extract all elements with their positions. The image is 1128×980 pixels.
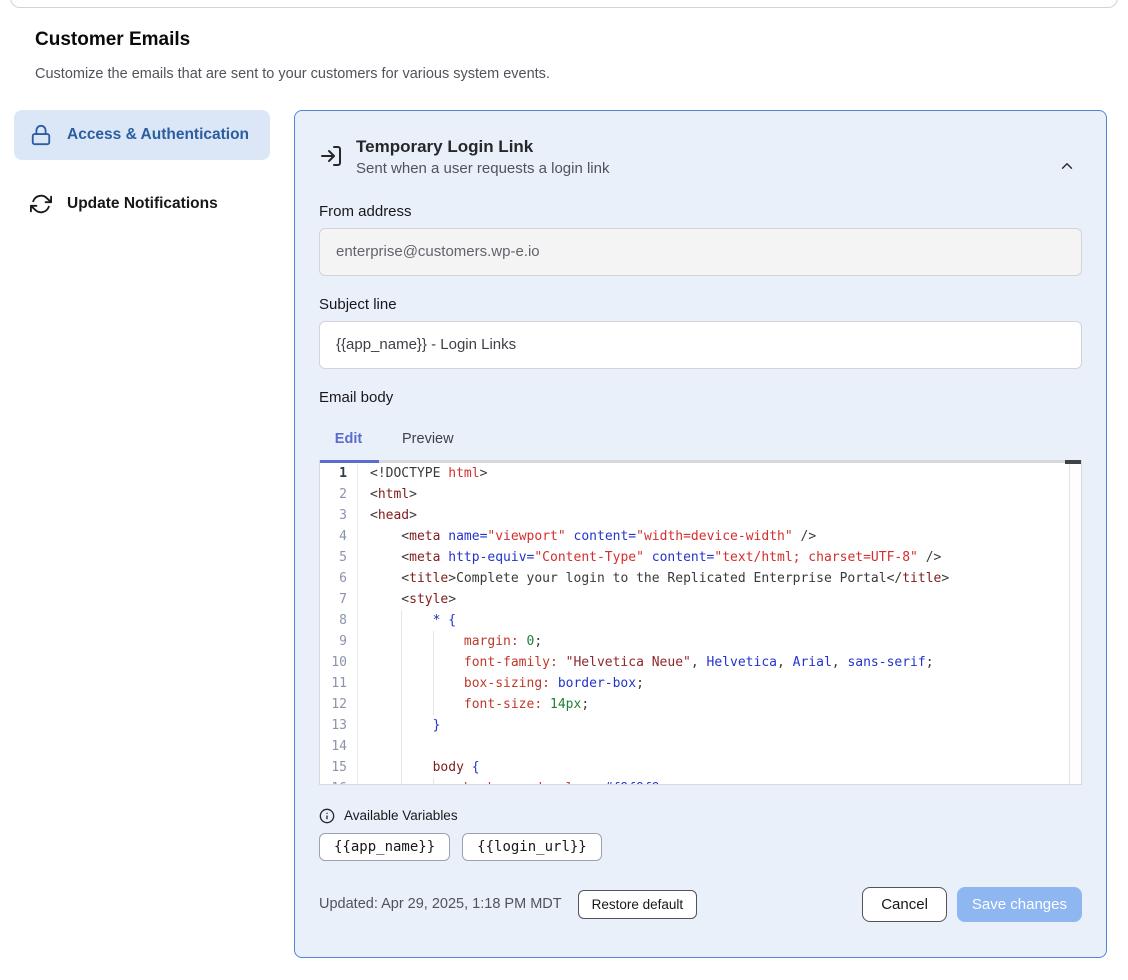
chevron-up-icon <box>1058 157 1076 178</box>
code-line: 8 * { <box>320 610 1070 631</box>
code-line: 10 font-family: "Helvetica Neue", Helvet… <box>320 652 1070 673</box>
editor-tabs: Edit Preview <box>319 418 1082 460</box>
subject-line-input[interactable] <box>319 321 1082 369</box>
available-variables-label: Available Variables <box>344 808 458 823</box>
code-line: 7 <style> <box>320 589 1070 610</box>
code-line: 6 <title>Complete your login to the Repl… <box>320 568 1070 589</box>
tab-preview[interactable]: Preview <box>402 431 454 447</box>
code-line: 2<html> <box>320 484 1070 505</box>
cancel-button[interactable]: Cancel <box>862 887 947 922</box>
from-address-input[interactable] <box>319 228 1082 276</box>
code-line: 4 <meta name="viewport" content="width=d… <box>320 526 1070 547</box>
subject-line-label: Subject line <box>319 296 1082 313</box>
from-address-label: From address <box>319 203 1082 220</box>
panel-title: Temporary Login Link <box>356 135 609 159</box>
panel-subtitle: Sent when a user requests a login link <box>356 160 609 177</box>
editor-vertical-scrollbar[interactable] <box>1069 463 1081 784</box>
code-line: 3<head> <box>320 505 1070 526</box>
variable-chip[interactable]: {{app_name}} <box>319 833 450 861</box>
sidebar-item-access-authentication[interactable]: Access & Authentication <box>14 110 270 160</box>
page-title: Customer Emails <box>35 29 190 51</box>
info-icon <box>319 808 335 824</box>
updated-timestamp: Updated: Apr 29, 2025, 1:18 PM MDT <box>319 896 562 912</box>
code-line: 5 <meta http-equiv="Content-Type" conten… <box>320 547 1070 568</box>
available-variables-row: Available Variables <box>319 808 1082 824</box>
code-line: 1<!DOCTYPE html> <box>320 463 1070 484</box>
variable-chips: {{app_name}} {{login_url}} <box>319 833 1082 861</box>
editor-top-bar <box>320 460 1081 463</box>
email-body-label: Email body <box>319 389 1082 406</box>
variable-chip[interactable]: {{login_url}} <box>462 833 602 861</box>
code-editor[interactable]: 1<!DOCTYPE html>2<html>3<head>4 <meta na… <box>319 460 1082 785</box>
lock-icon <box>30 124 52 146</box>
sidebar-item-label: Update Notifications <box>67 192 218 216</box>
page-subtitle: Customize the emails that are sent to yo… <box>35 66 550 82</box>
refresh-icon <box>30 193 52 215</box>
email-panel: Temporary Login Link Sent when a user re… <box>294 110 1107 958</box>
login-icon <box>319 144 343 177</box>
tab-underline <box>320 460 379 463</box>
save-changes-button[interactable]: Save changes <box>957 887 1082 922</box>
sidebar-item-update-notifications[interactable]: Update Notifications <box>14 179 270 229</box>
panel-header: Temporary Login Link Sent when a user re… <box>319 135 1082 177</box>
editor-lines[interactable]: 1<!DOCTYPE html>2<html>3<head>4 <meta na… <box>320 463 1070 785</box>
previous-card-edge <box>10 0 1118 8</box>
collapse-panel-button[interactable] <box>1054 153 1080 182</box>
code-line: 15 body { <box>320 757 1070 778</box>
customer-emails-page: Customer Emails Customize the emails tha… <box>0 0 1128 980</box>
sidebar-item-label: Access & Authentication <box>67 123 249 147</box>
code-line: 9 margin: 0; <box>320 631 1070 652</box>
code-line: 13 } <box>320 715 1070 736</box>
code-line: 12 font-size: 14px; <box>320 694 1070 715</box>
panel-footer: Updated: Apr 29, 2025, 1:18 PM MDT Resto… <box>319 887 1082 922</box>
tab-edit[interactable]: Edit <box>319 431 378 447</box>
editor-scrollbar-thumb[interactable] <box>1065 460 1081 464</box>
code-line: 14 <box>320 736 1070 757</box>
sidebar: Access & Authentication Update Notificat… <box>14 110 270 229</box>
code-line: 11 box-sizing: border-box; <box>320 673 1070 694</box>
code-line: 16 background-color: #f9f9f9; <box>320 778 1070 785</box>
restore-default-button[interactable]: Restore default <box>578 890 698 919</box>
